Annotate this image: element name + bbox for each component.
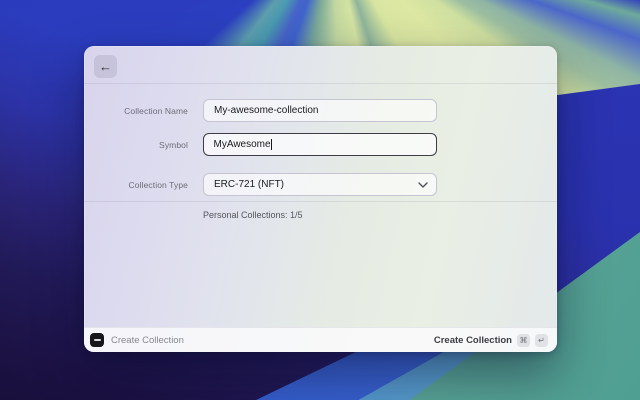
collection-type-value: ERC-721 (NFT) xyxy=(214,179,284,190)
command-key-icon: ⌘ xyxy=(517,334,530,347)
back-arrow-icon: ← xyxy=(99,59,112,74)
footer-context-label: Create Collection xyxy=(111,335,184,346)
personal-collections-quota: Personal Collections: 1/5 xyxy=(203,210,557,220)
create-collection-dialog: ← Collection Name My-awesome-collection … xyxy=(84,46,557,352)
collection-name-value: My-awesome-collection xyxy=(214,105,318,116)
symbol-input[interactable]: MyAwesome xyxy=(203,133,437,156)
create-collection-action[interactable]: Create Collection xyxy=(434,335,512,346)
collection-type-row: Collection Type ERC-721 (NFT) xyxy=(84,173,557,196)
collection-name-label: Collection Name xyxy=(84,106,188,116)
dialog-footer: Create Collection Create Collection ⌘ ↵ xyxy=(84,327,557,352)
section-divider xyxy=(84,201,557,202)
collection-type-select[interactable]: ERC-721 (NFT) xyxy=(203,173,437,196)
app-logo-icon xyxy=(90,333,104,347)
back-button[interactable]: ← xyxy=(94,55,117,78)
symbol-value: MyAwesome xyxy=(214,139,271,150)
dialog-header: ← xyxy=(84,46,557,84)
logo-dash-glyph xyxy=(94,339,101,341)
chevron-down-icon xyxy=(418,182,428,188)
dialog-body: Collection Name My-awesome-collection Sy… xyxy=(84,84,557,327)
collection-name-input[interactable]: My-awesome-collection xyxy=(203,99,437,122)
collection-type-label: Collection Type xyxy=(84,180,188,190)
symbol-label: Symbol xyxy=(84,140,188,150)
symbol-row: Symbol MyAwesome xyxy=(84,133,557,156)
return-key-icon: ↵ xyxy=(535,334,548,347)
collection-name-row: Collection Name My-awesome-collection xyxy=(84,99,557,122)
text-caret xyxy=(271,139,272,150)
